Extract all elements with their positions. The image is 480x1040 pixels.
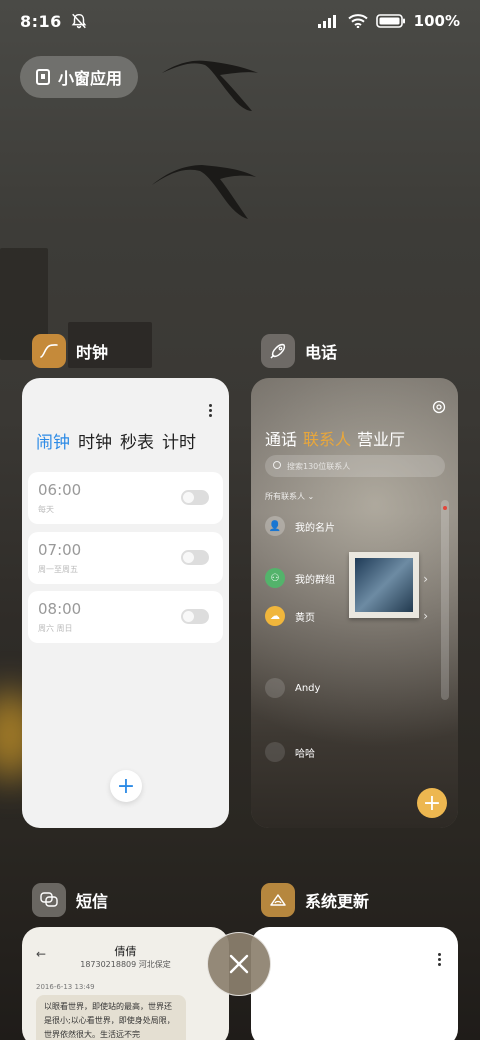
search-icon (273, 461, 281, 469)
contact-search-placeholder: 搜索130位联系人 (287, 461, 351, 471)
tab-contacts[interactable]: 联系人 (303, 426, 351, 450)
settings-icon[interactable] (432, 400, 446, 414)
clock-app-card[interactable]: 闹钟 时钟 秒表 计时 06:00 每天 07:00 周一至周五 08:00 周… (22, 378, 229, 828)
avatar (265, 678, 285, 698)
update-more-icon[interactable] (438, 953, 442, 968)
wifi-icon (347, 14, 368, 28)
contact-row-my-card[interactable]: 👤 我的名片 (265, 516, 335, 536)
contact-name: 黄页 (295, 612, 315, 624)
sms-contact-number: 18730218809 河北保定 (80, 960, 171, 969)
sms-app-header[interactable]: 短信 (32, 883, 108, 917)
tab-stopwatch[interactable]: 秒表 (120, 428, 154, 453)
group-icon: ⚇ (265, 568, 285, 588)
alarm-time: 07:00 (38, 541, 82, 559)
update-app-icon (261, 883, 295, 917)
tab-business-hall[interactable]: 营业厅 (357, 426, 405, 450)
status-time: 8:16 (20, 11, 62, 31)
person-icon: 👤 (265, 516, 285, 536)
alarm-repeat: 周一至周五 (38, 565, 78, 574)
alarm-repeat: 周六 周日 (38, 624, 73, 633)
tab-timer[interactable]: 计时 (162, 428, 196, 453)
index-dot (443, 506, 447, 510)
alarm-item[interactable]: 06:00 每天 (28, 472, 223, 524)
add-contact-button[interactable]: + (417, 788, 447, 818)
contact-name: Andy (295, 682, 321, 694)
add-alarm-button[interactable]: + (110, 770, 142, 802)
avatar (265, 742, 285, 762)
contact-row-yellow-pages[interactable]: ☁ 黄页 (265, 606, 315, 626)
alarm-time: 08:00 (38, 600, 82, 618)
sms-app-icon (32, 883, 66, 917)
alphabet-index-bar[interactable] (441, 500, 449, 700)
signal-icon (317, 15, 336, 28)
tab-alarm[interactable]: 闹钟 (36, 428, 70, 453)
background-birds (152, 60, 258, 219)
update-app-name: 系统更新 (305, 892, 370, 911)
sms-app-name: 短信 (76, 892, 109, 911)
small-window-label: 小窗应用 (58, 69, 123, 88)
alarm-toggle[interactable] (181, 490, 209, 505)
phone-app-header[interactable]: 电话 (261, 334, 337, 368)
yellow-pages-icon: ☁ (265, 606, 285, 626)
alarm-time: 06:00 (38, 481, 82, 499)
small-window-apps-button[interactable]: 小窗应用 (20, 56, 138, 98)
sms-app-card[interactable]: ← 倩倩 18730218809 河北保定 2016-6-13 13:49 以眼… (22, 927, 229, 1040)
sms-contact-name: 倩倩 (114, 945, 137, 958)
clock-app-name: 时钟 (76, 343, 109, 362)
sms-message-bubble: 以眼看世界，即使站的最高，世界还是很小;以心看世界，即使身处局限，世界依然很大。… (36, 995, 186, 1040)
contact-row-groups[interactable]: ⚇ 我的群组 (265, 568, 335, 588)
status-bar: 8:16 100% (0, 0, 480, 42)
update-app-header[interactable]: 系统更新 (261, 883, 369, 917)
small-window-icon (36, 69, 50, 85)
clock-app-header[interactable]: 时钟 (32, 334, 108, 368)
plus-icon: + (422, 790, 442, 816)
close-all-button[interactable] (207, 932, 271, 996)
all-contacts-label[interactable]: 所有联系人 ⌄ (265, 491, 314, 502)
alarm-item[interactable]: 07:00 周一至周五 (28, 532, 223, 584)
contact-row-haha[interactable]: 哈哈 (265, 742, 315, 762)
chevron-right-icon: › (423, 609, 428, 623)
chevron-right-icon: › (423, 572, 428, 586)
phone-app-name: 电话 (305, 343, 338, 362)
contact-name: 我的群组 (295, 574, 335, 586)
clock-more-icon[interactable] (209, 404, 213, 419)
phone-app-card[interactable]: 通话 联系人 营业厅 搜索130位联系人 所有联系人 ⌄ 👤 我的名片 ⚇ 我的… (251, 378, 458, 828)
battery-percent: 100% (413, 12, 460, 30)
alarm-item[interactable]: 08:00 周六 周日 (28, 591, 223, 643)
clock-tabs: 闹钟 时钟 秒表 计时 (36, 428, 196, 453)
tab-calls[interactable]: 通话 (265, 426, 297, 450)
contact-row-andy[interactable]: Andy (265, 678, 320, 698)
alarm-repeat: 每天 (38, 505, 54, 514)
sms-date: 2016-6-13 13:49 (36, 983, 95, 991)
tab-clock[interactable]: 时钟 (78, 428, 112, 453)
close-icon (229, 954, 249, 974)
contact-name: 我的名片 (295, 522, 335, 534)
wall-photo (349, 552, 419, 618)
battery-icon (375, 14, 405, 28)
update-app-card[interactable] (251, 927, 458, 1040)
contact-name: 哈哈 (295, 748, 315, 760)
alarm-toggle[interactable] (181, 550, 209, 565)
clock-app-icon (32, 334, 66, 368)
alarm-toggle[interactable] (181, 609, 209, 624)
plus-icon: + (116, 773, 136, 799)
phone-app-icon (261, 334, 295, 368)
contact-search-input[interactable]: 搜索130位联系人 (265, 455, 445, 477)
bell-muted-icon (71, 13, 87, 29)
phone-tabs: 通话 联系人 营业厅 (265, 426, 405, 450)
